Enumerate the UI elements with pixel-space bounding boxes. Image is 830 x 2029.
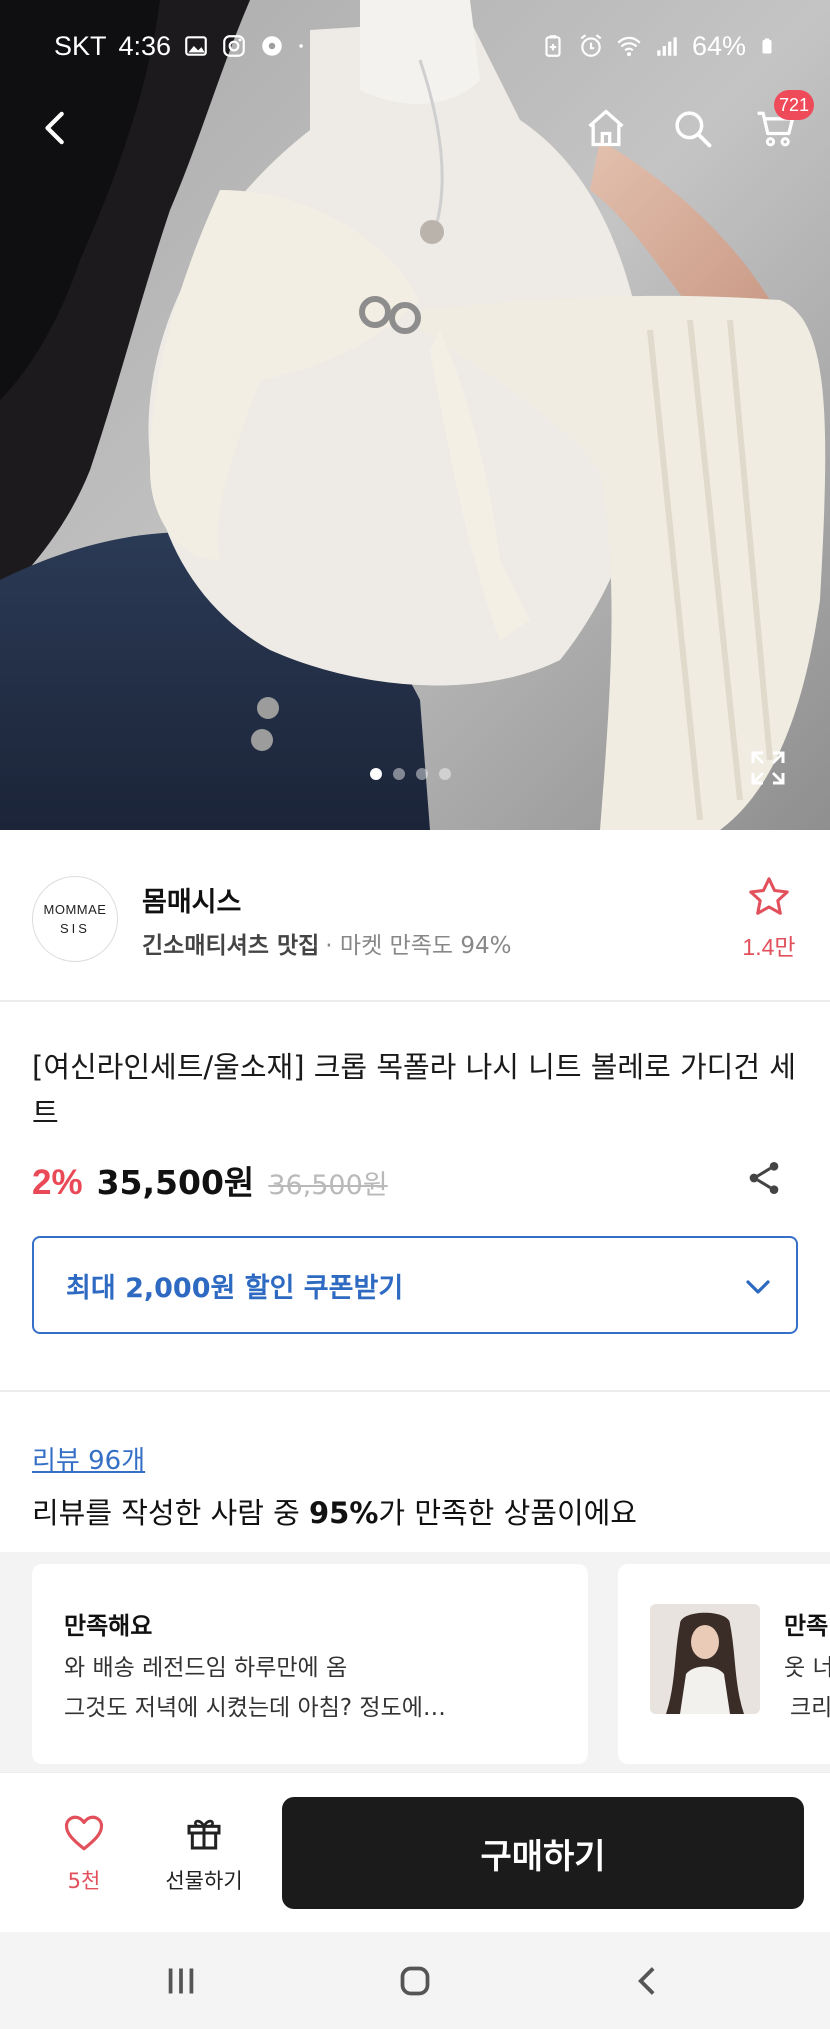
review-carousel[interactable]: 만족해요 와 배송 레전드임 하루만에 옴 그것도 저녁에 시켰는데 아침? 정…: [0, 1552, 830, 1780]
top-nav: 721: [0, 90, 830, 160]
review-card[interactable]: 만족해요 와 배송 레전드임 하루만에 옴 그것도 저녁에 시켰는데 아침? 정…: [32, 1564, 588, 1764]
shop-logo[interactable]: MOMMAE SIS: [32, 876, 118, 962]
review-card-title: 만족해요: [64, 1612, 153, 1640]
favorite-shop-button[interactable]: 1.4만: [734, 874, 804, 962]
shop-info[interactable]: MOMMAE SIS 몸매시스 긴소매티셔츠 맛집 · 마켓 만족도 94% 1…: [0, 830, 830, 1002]
review-count-link[interactable]: 리뷰 96개: [32, 1440, 145, 1477]
share-icon: [749, 1162, 779, 1194]
recent-apps-button[interactable]: [156, 1956, 206, 2006]
chevron-down-icon: [746, 1280, 770, 1294]
carousel-dot[interactable]: [393, 768, 405, 780]
shop-tag: 긴소매티셔츠 맛집: [142, 933, 320, 959]
back-icon: [45, 111, 64, 145]
carousel-dot[interactable]: [439, 768, 451, 780]
heart-icon: [64, 1815, 104, 1851]
system-navigation-bar: [0, 1932, 830, 2029]
bottom-action-bar: 5천 선물하기 구매하기: [0, 1772, 830, 1932]
like-count: 5천: [67, 1869, 101, 1893]
alarm-icon: [580, 34, 602, 57]
system-back-button[interactable]: [624, 1956, 674, 2006]
star-icon: [749, 877, 789, 915]
carousel-indicator: [370, 768, 451, 780]
original-price: 36,500원: [268, 1170, 388, 1201]
back-button[interactable]: [28, 100, 84, 156]
review-card-text: 옷 너: [784, 1655, 830, 1681]
carrier-label: SKT: [54, 30, 107, 61]
review-photo: [650, 1604, 760, 1714]
coupon-label: 최대 2,000원 할인 쿠폰받기: [66, 1272, 404, 1304]
shop-name[interactable]: 몸매시스: [142, 880, 241, 919]
home-button[interactable]: [578, 100, 634, 156]
expand-icon: [751, 751, 785, 785]
review-card[interactable]: 만족 옷 너 크리: [618, 1564, 830, 1764]
shop-logo-line2: SIS: [60, 921, 90, 936]
product-title: [여신라인세트/울소재] 크롭 목폴라 나시 니트 볼레로 가디건 세트: [32, 1050, 796, 1130]
shop-logo-line1: MOMMAE: [43, 902, 107, 917]
favorite-count: 1.4만: [742, 934, 796, 960]
fullscreen-button[interactable]: [748, 748, 788, 788]
dot-icon: [299, 44, 303, 48]
sale-price: 35,500원: [96, 1163, 255, 1202]
review-summary-suffix: 가 만족한 상품이에요: [378, 1496, 637, 1530]
product-image-carousel[interactable]: SKT 4:36 64% 721: [0, 0, 830, 830]
gallery-icon: [185, 36, 207, 56]
shop-subtitle: 긴소매티셔츠 맛집 · 마켓 만족도 94%: [142, 926, 511, 960]
home-icon: [588, 109, 624, 147]
carousel-dot[interactable]: [370, 768, 382, 780]
battery-icon: [762, 38, 772, 54]
shop-satisfaction: · 마켓 만족도 94%: [325, 933, 512, 959]
signal-icon: [657, 37, 677, 56]
search-button[interactable]: [664, 100, 720, 156]
review-card-text: 크리: [790, 1695, 830, 1721]
review-card-text: 와 배송 레전드임 하루만에 옴: [64, 1655, 348, 1681]
battery-label: 64%: [691, 30, 746, 61]
recent-apps-icon: [168, 1968, 194, 1994]
search-icon: [675, 111, 712, 148]
home-system-button[interactable]: [390, 1956, 440, 2006]
review-card-text: 그것도 저녁에 시켰는데 아침? 정도에…: [64, 1695, 446, 1721]
carousel-dot[interactable]: [416, 768, 428, 780]
home-circle-icon: [400, 1966, 430, 1996]
share-button[interactable]: [744, 1156, 784, 1200]
section-divider: [0, 1390, 830, 1392]
clock-label: 4:36: [118, 30, 172, 61]
review-card-title: 만족: [784, 1612, 829, 1640]
gift-button[interactable]: 선물하기: [154, 1813, 254, 1895]
gift-icon: [187, 1819, 221, 1850]
cart-button[interactable]: 721: [748, 90, 814, 156]
wifi-icon: [617, 36, 641, 57]
price-row: 2% 35,500원 36,500원: [32, 1156, 388, 1206]
coupon-button[interactable]: 최대 2,000원 할인 쿠폰받기: [32, 1236, 798, 1334]
review-summary-percent: 95%: [309, 1496, 379, 1530]
system-back-icon: [638, 1967, 655, 1995]
buy-button[interactable]: 구매하기: [282, 1797, 804, 1909]
review-summary-prefix: 리뷰를 작성한 사람 중: [32, 1496, 309, 1530]
like-button[interactable]: 5천: [34, 1813, 134, 1895]
review-summary: 리뷰를 작성한 사람 중 95%가 만족한 상품이에요: [32, 1490, 637, 1532]
cart-count-badge: 721: [773, 90, 814, 120]
gift-label: 선물하기: [165, 1869, 243, 1893]
settings-badge-icon: [262, 36, 282, 56]
status-bar: SKT 4:36 64%: [0, 24, 830, 68]
instagram-icon: [223, 35, 245, 57]
battery-saver-icon: [545, 35, 561, 57]
discount-rate: 2%: [32, 1163, 83, 1202]
